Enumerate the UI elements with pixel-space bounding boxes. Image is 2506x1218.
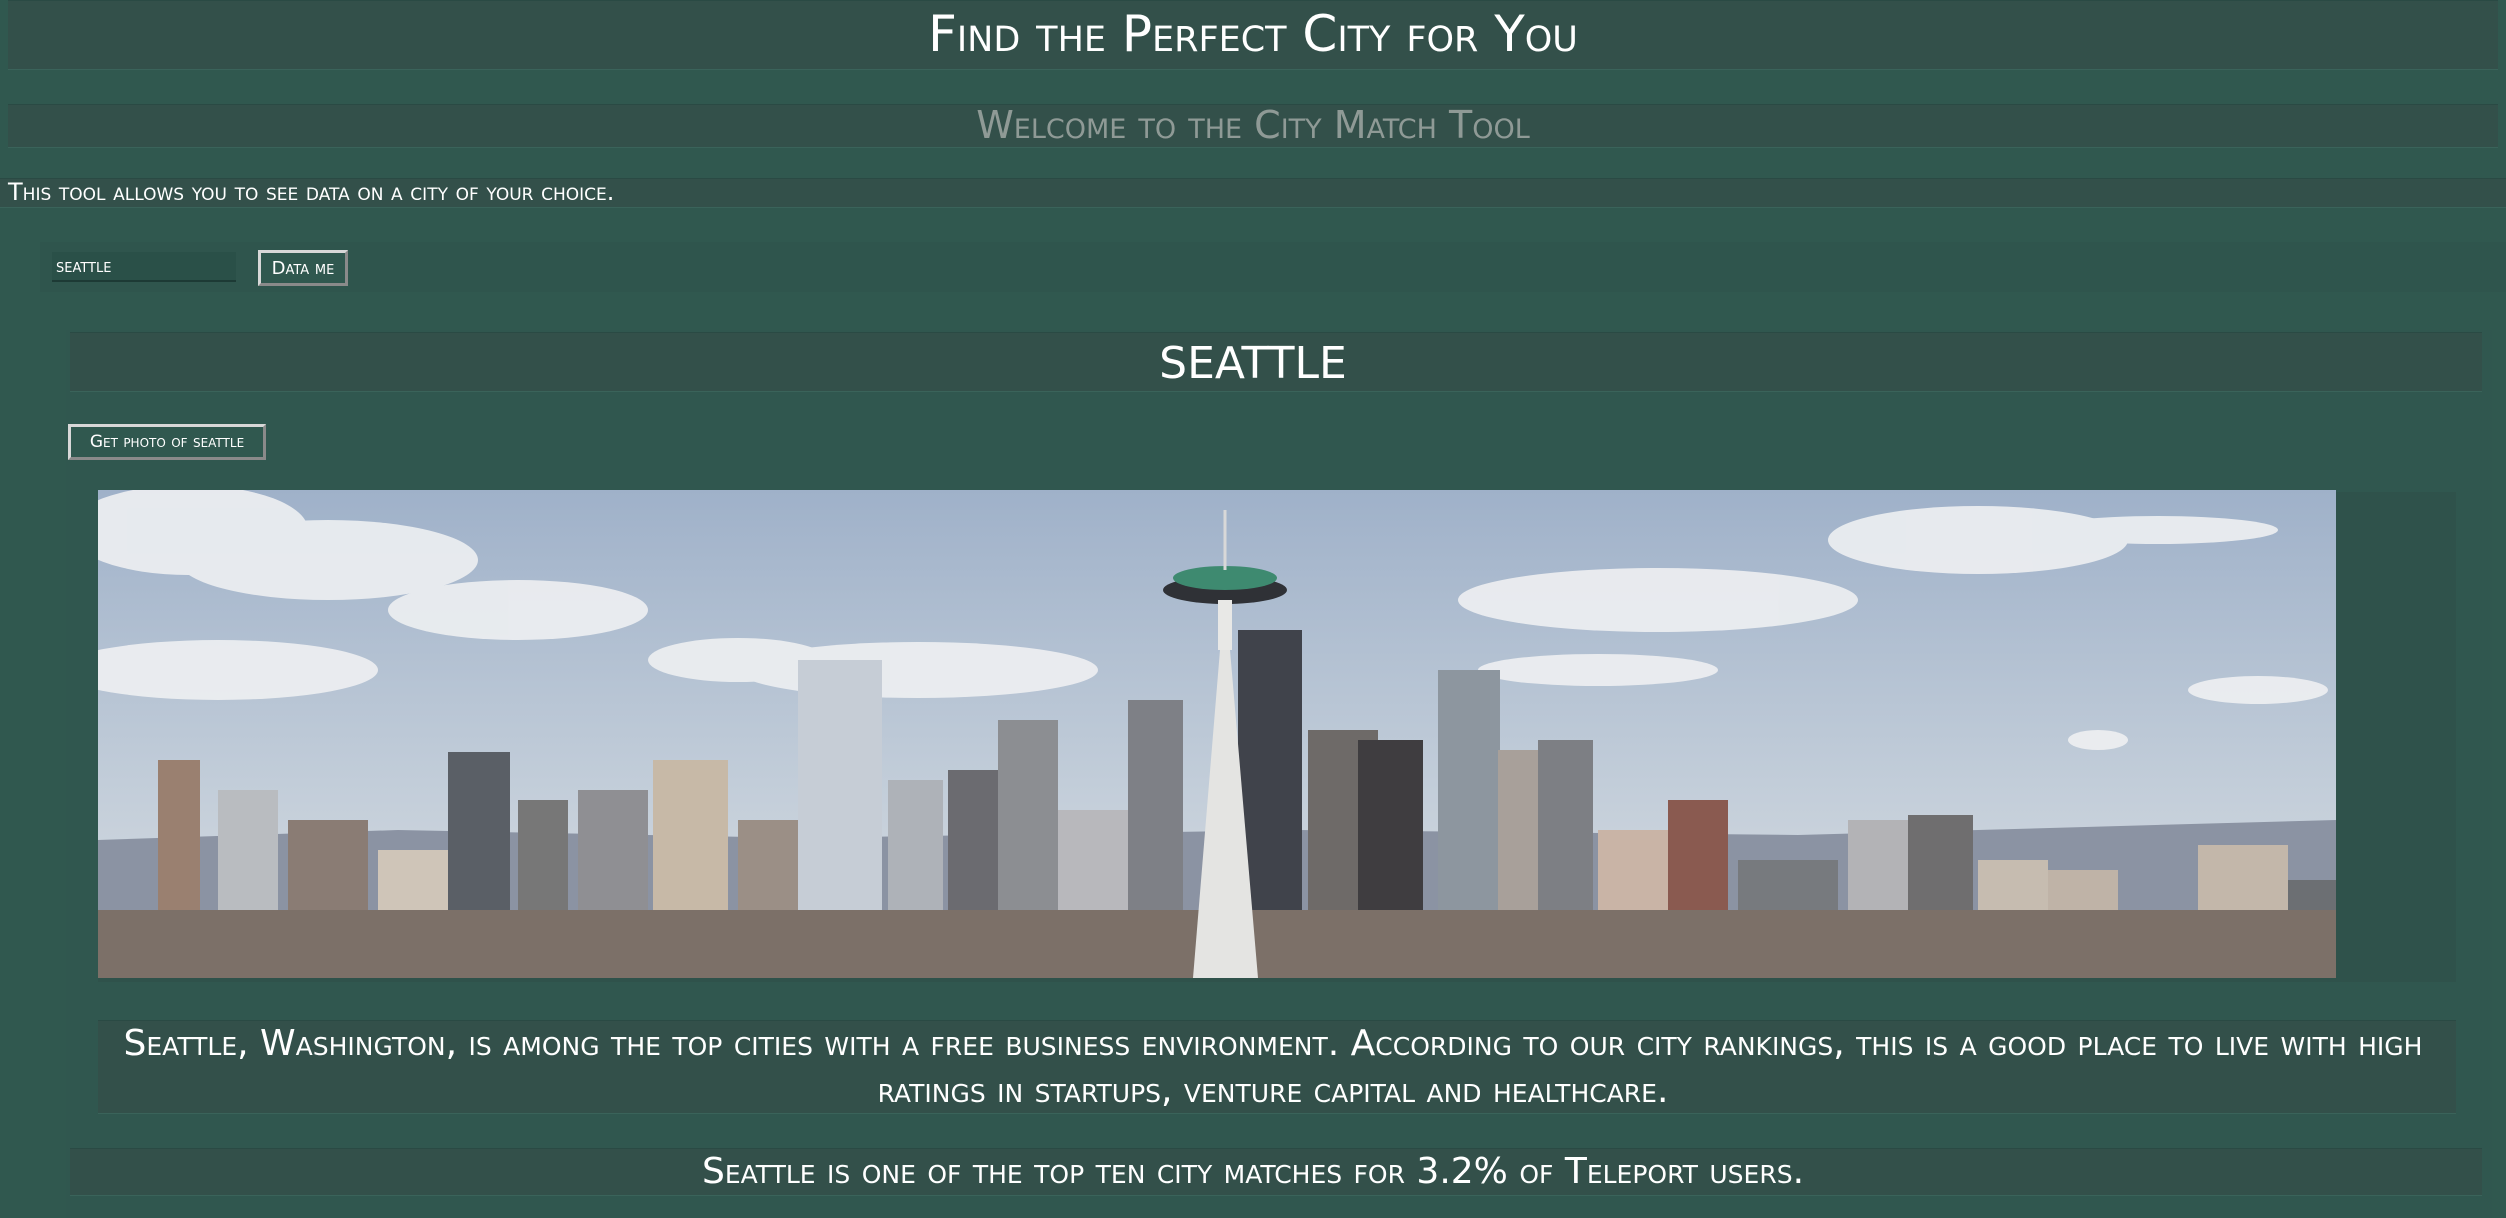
match-statistic: Seattle is one of the top ten city match…: [701, 1151, 1805, 1192]
city-name-heading: SEATTLE: [1159, 338, 1347, 389]
intro-text: This tool allows you to see data on a ci…: [8, 178, 615, 206]
search-form: [40, 242, 2506, 292]
city-search-input[interactable]: [52, 252, 236, 282]
city-photo: [98, 490, 2336, 978]
city-summary: Seattle, Washington, is among the top ci…: [123, 1023, 2423, 1111]
data-me-button[interactable]: Data me: [258, 250, 348, 286]
page-title: Find the Perfect City for You: [928, 5, 1578, 63]
get-photo-button[interactable]: Get photo of seattle: [68, 424, 266, 460]
welcome-heading: Welcome to the City Match Tool: [976, 103, 1530, 147]
seattle-skyline-image: [98, 490, 2336, 978]
